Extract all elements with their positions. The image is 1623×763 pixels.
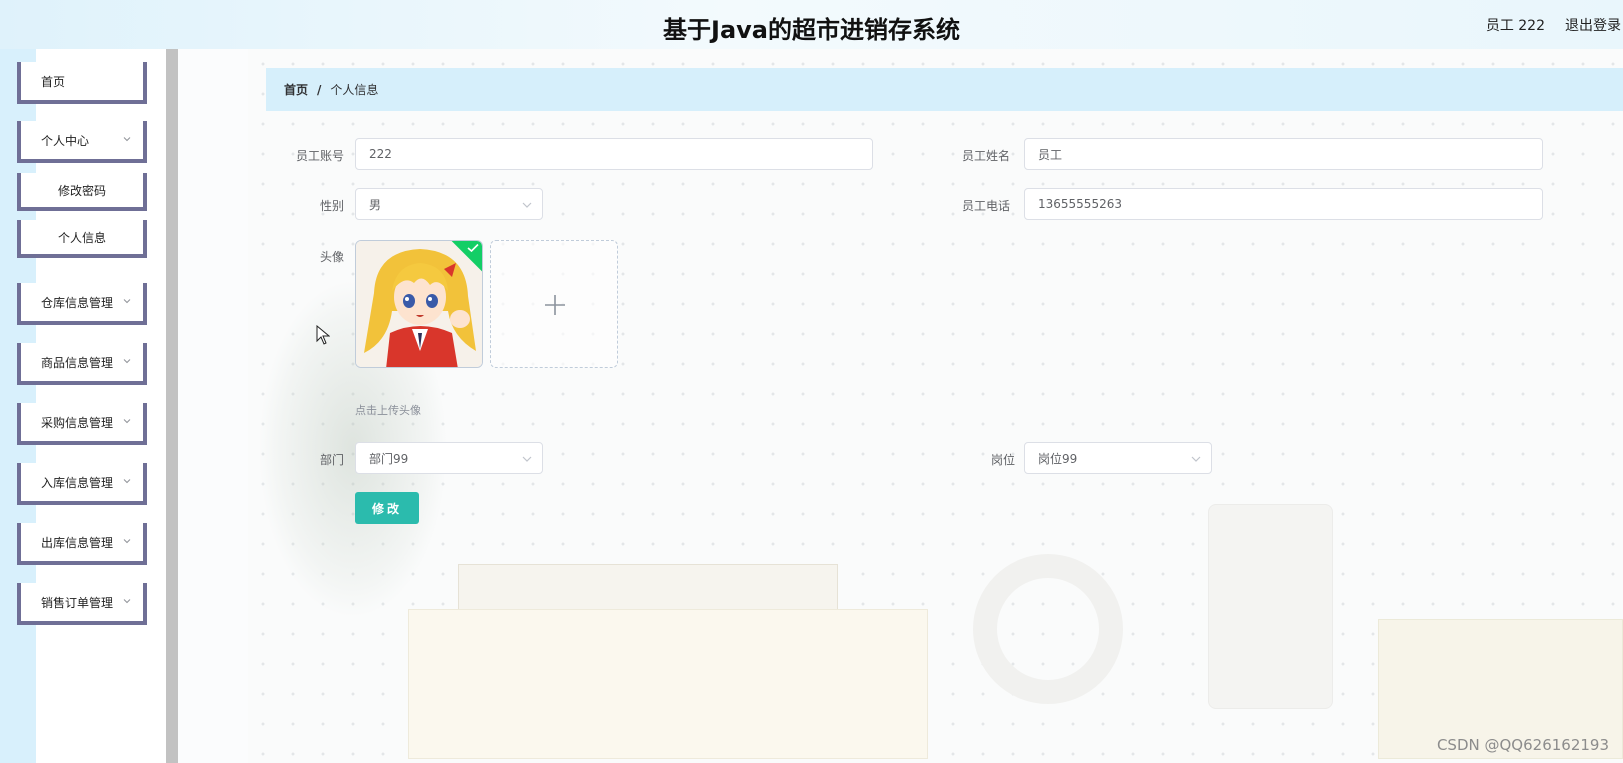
gender-select[interactable]: 男 — [355, 188, 543, 220]
sidebar-item-outbound[interactable]: 出库信息管理 — [17, 523, 147, 565]
submit-button[interactable]: 修改 — [355, 492, 419, 524]
sidebar-item-label: 销售订单管理 — [41, 595, 114, 610]
gender-label: 性别 — [319, 199, 344, 213]
sidebar-item-label: 个人中心 — [41, 133, 90, 148]
sidebar-item-purchase[interactable]: 采购信息管理 — [17, 403, 147, 445]
department-value: 部门99 — [369, 451, 409, 466]
chevron-down-icon — [522, 202, 532, 208]
position-label: 岗位 — [990, 453, 1015, 467]
sidebar-item-label: 入库信息管理 — [41, 475, 114, 490]
name-label: 员工姓名 — [961, 149, 1010, 163]
sidebar-item-home[interactable]: 首页 — [17, 62, 147, 104]
phone-label: 员工电话 — [961, 199, 1010, 213]
avatar-label: 头像 — [319, 250, 344, 264]
chevron-down-icon — [522, 456, 532, 462]
sidebar-item-label: 商品信息管理 — [41, 355, 114, 370]
position-value: 岗位99 — [1038, 451, 1078, 466]
background-shape — [458, 564, 838, 614]
position-select[interactable]: 岗位99 — [1024, 442, 1212, 474]
background-shape — [1208, 504, 1333, 709]
breadcrumb-separator: / — [317, 82, 322, 97]
background-shape — [973, 554, 1123, 704]
watermark: CSDN @QQ626162193 — [1436, 736, 1609, 754]
sidebar-item-personal-center[interactable]: 个人中心 — [17, 121, 147, 163]
chevron-down-icon — [123, 137, 131, 142]
sidebar-item-label: 仓库信息管理 — [41, 295, 114, 310]
department-label: 部门 — [319, 453, 344, 467]
avatar-upload-tip: 点击上传头像 — [355, 404, 421, 417]
breadcrumb-home[interactable]: 首页 — [284, 81, 308, 98]
avatar-image — [356, 241, 482, 367]
avatar-upload-button[interactable] — [490, 240, 618, 368]
sidebar-item-sales-orders[interactable]: 销售订单管理 — [17, 583, 147, 625]
sidebar-item-profile[interactable]: 个人信息 — [17, 220, 147, 258]
logout-button[interactable]: 退出登录 — [1565, 15, 1621, 35]
chevron-down-icon — [123, 419, 131, 424]
chevron-down-icon — [123, 479, 131, 484]
sidebar-item-label: 个人信息 — [57, 230, 106, 245]
background-shape — [408, 609, 928, 759]
avatar-preview[interactable] — [355, 240, 483, 368]
name-input[interactable]: 员工 — [1024, 138, 1543, 170]
cursor-icon — [316, 325, 330, 345]
gender-value: 男 — [369, 197, 382, 212]
sidebar-item-label: 首页 — [41, 74, 66, 89]
chevron-down-icon — [123, 359, 131, 364]
sidebar-item-goods[interactable]: 商品信息管理 — [17, 343, 147, 385]
current-user: 员工 222 — [1485, 18, 1545, 34]
sidebar-scrollbar[interactable] — [166, 49, 178, 763]
phone-input[interactable]: 13655555263 — [1024, 188, 1543, 220]
sidebar-item-change-password[interactable]: 修改密码 — [17, 173, 147, 211]
breadcrumb-current: 个人信息 — [330, 83, 379, 97]
sidebar-item-label: 修改密码 — [57, 183, 106, 198]
chevron-down-icon — [123, 299, 131, 304]
chevron-down-icon — [1191, 456, 1201, 462]
header: 基于Java的超市进销存系统 员工 222 退出登录 — [0, 0, 1623, 49]
chevron-down-icon — [123, 539, 131, 544]
sidebar-item-inbound[interactable]: 入库信息管理 — [17, 463, 147, 505]
chevron-down-icon — [123, 599, 131, 604]
app-title: 基于Java的超市进销存系统 — [663, 16, 960, 44]
account-label: 员工账号 — [295, 149, 344, 163]
sidebar-item-warehouse[interactable]: 仓库信息管理 — [17, 283, 147, 325]
breadcrumb: 首页 / 个人信息 — [266, 68, 1623, 111]
check-icon — [467, 243, 479, 253]
account-input[interactable]: 222 — [355, 138, 873, 170]
sidebar-item-label: 采购信息管理 — [41, 415, 114, 430]
plus-icon — [545, 295, 565, 315]
department-select[interactable]: 部门99 — [355, 442, 543, 474]
sidebar-item-label: 出库信息管理 — [41, 535, 114, 550]
